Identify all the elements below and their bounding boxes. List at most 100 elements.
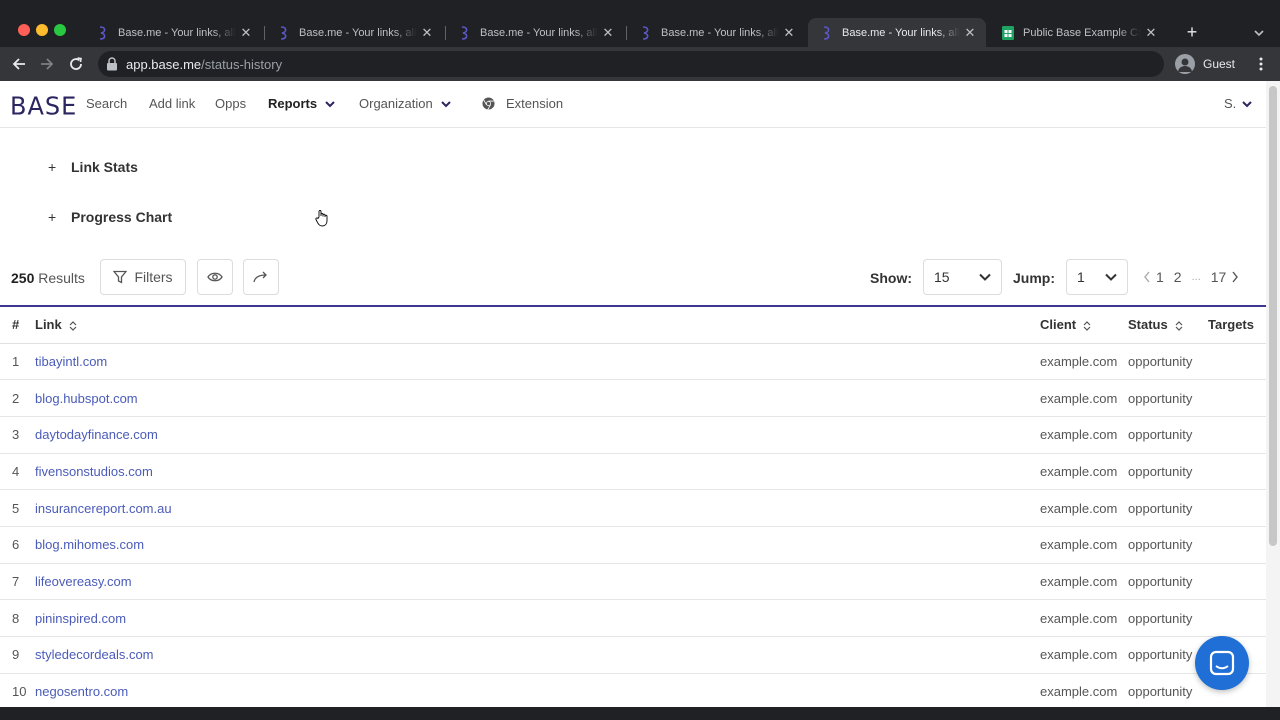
- row-targets: [1208, 416, 1266, 454]
- chevron-down-icon: [979, 273, 991, 281]
- row-link[interactable]: styledecordeals.com: [35, 647, 154, 662]
- nav-add-link[interactable]: Add link: [149, 96, 195, 111]
- chat-launcher-button[interactable]: [1195, 636, 1249, 690]
- row-link-cell: blog.mihomes.com: [35, 526, 1040, 564]
- row-client: example.com: [1040, 673, 1128, 707]
- window-minimize-button[interactable]: [36, 24, 48, 36]
- nav-extension[interactable]: Extension: [482, 96, 563, 111]
- address-bar[interactable]: app.base.me/status-history: [98, 51, 1164, 77]
- jump-label: Jump:: [1013, 270, 1055, 286]
- base-favicon-icon: [96, 25, 110, 40]
- header-status-label: Status: [1128, 317, 1168, 333]
- filter-icon: [113, 270, 128, 284]
- browser-tab[interactable]: Base.me - Your links, all ✕: [265, 18, 443, 47]
- user-menu[interactable]: S.: [1224, 96, 1253, 111]
- nav-opps[interactable]: Opps: [215, 96, 246, 111]
- reload-button[interactable]: [67, 55, 85, 73]
- row-link-cell: daytodayfinance.com: [35, 416, 1040, 454]
- new-tab-button[interactable]: +: [1182, 22, 1202, 43]
- window-close-button[interactable]: [18, 24, 30, 36]
- chevron-down-icon: [325, 100, 335, 107]
- base-favicon-icon: [820, 25, 834, 40]
- nav-reports-label: Reports: [268, 96, 318, 111]
- browser-tab[interactable]: Base.me - Your links, all ✕: [446, 18, 624, 47]
- link-stats-toggle[interactable]: + Link Stats: [48, 159, 138, 175]
- row-link-cell: insurancereport.com.au: [35, 489, 1040, 527]
- chevron-right-icon[interactable]: [1231, 271, 1239, 283]
- page-size-select[interactable]: 15: [923, 259, 1002, 295]
- table-row: 2 blog.hubspot.com example.com opportunity: [0, 379, 1266, 417]
- sort-icon: [69, 320, 77, 331]
- plus-icon: +: [48, 209, 57, 225]
- browser-tab-active[interactable]: Base.me - Your links, all ✕: [808, 18, 986, 47]
- tab-close-icon[interactable]: ✕: [1141, 25, 1161, 41]
- row-targets: [1208, 563, 1266, 601]
- filters-button[interactable]: Filters: [100, 259, 186, 295]
- table-row: 3 daytodayfinance.com example.com opportuni…: [0, 416, 1266, 454]
- row-link[interactable]: negosentro.com: [35, 684, 128, 699]
- row-link[interactable]: insurancereport.com.au: [35, 501, 172, 516]
- row-client: example.com: [1040, 563, 1128, 601]
- chevron-down-icon: [1105, 273, 1117, 281]
- sort-icon: [1083, 320, 1091, 331]
- row-client: example.com: [1040, 599, 1128, 637]
- row-link-cell: styledecordeals.com: [35, 636, 1040, 674]
- row-targets: [1208, 343, 1266, 381]
- browser-tabstrip: Base.me - Your links, all ✕ Base.me - Yo…: [0, 0, 1280, 47]
- nav-search[interactable]: Search: [86, 96, 127, 111]
- forward-button[interactable]: [38, 55, 56, 73]
- tab-search-chevron-icon[interactable]: [1252, 26, 1266, 40]
- row-client: example.com: [1040, 379, 1128, 417]
- page-link[interactable]: 2: [1174, 269, 1182, 285]
- row-link[interactable]: tibayintl.com: [35, 354, 107, 369]
- nav-organization[interactable]: Organization: [359, 96, 451, 111]
- chevron-left-icon[interactable]: [1143, 271, 1151, 283]
- filters-label: Filters: [134, 269, 173, 285]
- row-link-cell: lifeovereasy.com: [35, 563, 1040, 601]
- arrow-left-icon: [12, 58, 25, 70]
- tab-close-icon[interactable]: ✕: [598, 25, 618, 41]
- toggle-columns-button[interactable]: [197, 259, 233, 295]
- base-logo[interactable]: BASE: [10, 91, 77, 120]
- url-host: app.base.me: [126, 56, 202, 72]
- row-link[interactable]: blog.hubspot.com: [35, 391, 138, 406]
- browser-tab[interactable]: Base.me - Your links, all ✕: [627, 18, 805, 47]
- more-vertical-icon[interactable]: [1253, 56, 1269, 72]
- window-zoom-button[interactable]: [54, 24, 66, 36]
- page-link[interactable]: 1: [1156, 269, 1164, 285]
- progress-chart-toggle[interactable]: + Progress Chart: [48, 209, 172, 225]
- tab-close-icon[interactable]: ✕: [960, 25, 980, 41]
- page-scrollbar[interactable]: [1266, 81, 1280, 707]
- header-targets: Targets: [1208, 307, 1266, 344]
- browser-tab[interactable]: Base.me - Your links, all ✕: [84, 18, 262, 47]
- back-button[interactable]: [10, 55, 28, 73]
- row-link[interactable]: pininspired.com: [35, 611, 126, 626]
- page-link[interactable]: 17: [1211, 269, 1227, 285]
- row-num: 10: [0, 673, 35, 707]
- row-link[interactable]: lifeovereasy.com: [35, 574, 132, 589]
- avatar-icon: [1175, 54, 1195, 74]
- row-status: opportunity: [1128, 599, 1208, 637]
- tab-close-icon[interactable]: ✕: [779, 25, 799, 41]
- row-targets: [1208, 489, 1266, 527]
- share-button[interactable]: [243, 259, 279, 295]
- sheets-favicon-icon: [1001, 25, 1015, 40]
- browser-tab[interactable]: Public Base Example CS ✕: [989, 18, 1167, 47]
- row-link[interactable]: blog.mihomes.com: [35, 537, 144, 552]
- nav-reports[interactable]: Reports: [268, 96, 335, 111]
- header-client[interactable]: Client: [1040, 307, 1128, 344]
- header-status[interactable]: Status: [1128, 307, 1208, 344]
- tab-close-icon[interactable]: ✕: [417, 25, 437, 41]
- header-link[interactable]: Link: [35, 307, 1040, 344]
- profile-button[interactable]: Guest: [1175, 53, 1235, 75]
- tab-close-icon[interactable]: ✕: [236, 25, 256, 41]
- table-row: 10 negosentro.com example.com opportunity: [0, 673, 1266, 707]
- jump-page-select[interactable]: 1: [1066, 259, 1128, 295]
- row-link[interactable]: daytodayfinance.com: [35, 427, 158, 442]
- row-link[interactable]: fivensonstudios.com: [35, 464, 153, 479]
- row-status: opportunity: [1128, 563, 1208, 601]
- row-num: 9: [0, 636, 35, 674]
- scrollbar-thumb[interactable]: [1269, 86, 1277, 546]
- tab-title: Base.me - Your links, all: [480, 26, 598, 39]
- page-size-value: 15: [934, 269, 950, 285]
